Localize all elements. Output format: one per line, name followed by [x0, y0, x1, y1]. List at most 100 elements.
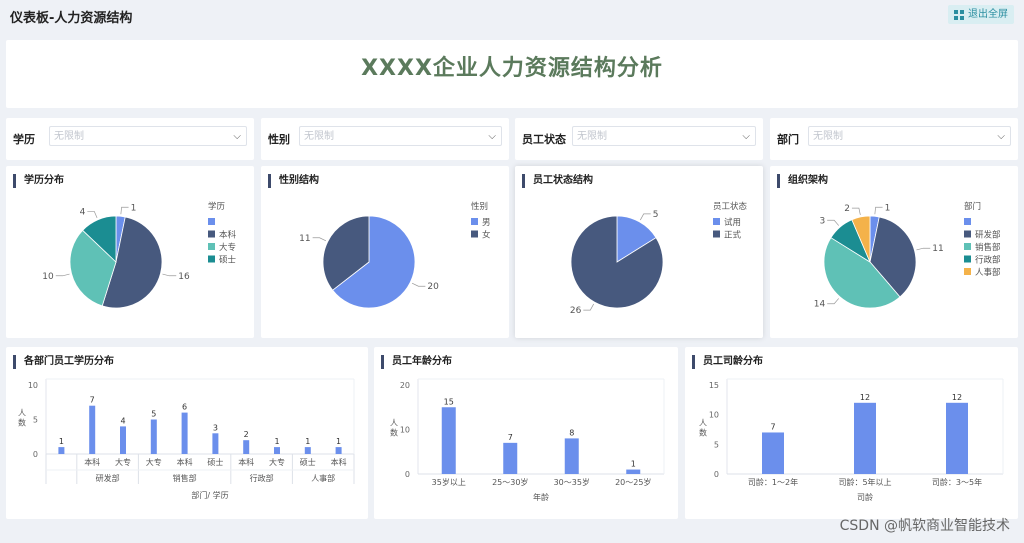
panel-gender-structure: 性别结构 20 11 性别男女 — [261, 166, 509, 338]
dashboard-title: 仪表板-人力资源结构 — [10, 11, 133, 26]
pie-leader-line — [583, 303, 595, 311]
panel-organization: 组织架构 1 11 14 3 2 部门 研发部 销售部 行政部 人事部 — [770, 166, 1018, 338]
x-axis-label: 年龄 — [533, 492, 549, 502]
bar-value-label: 7 — [770, 422, 775, 431]
x-tick-label: 25～30岁 — [492, 477, 528, 487]
bar — [274, 447, 280, 454]
pie-leader-line — [639, 213, 651, 221]
y-tick-label: 10 — [400, 426, 410, 435]
legend-label: 行政部 — [975, 255, 1001, 266]
grid-icon — [954, 9, 964, 20]
panel-age-distribution: 员工年龄分布 0 10 20 人数 15 35岁以上 7 25～30岁 8 30～35岁 1 20～2… — [374, 347, 678, 519]
legend-title: 性别 — [471, 201, 488, 212]
pie-leader-line — [916, 247, 931, 251]
department-select[interactable]: 无限制 ⌵ — [808, 126, 1011, 146]
filter-label: 员工状态 — [522, 133, 566, 146]
select-placeholder: 无限制 — [304, 131, 334, 142]
panel-tenure-distribution: 员工司龄分布 0 5 10 15 人数 7 司龄：1～2年 12 司龄：5年以上 12 司龄：3～5… — [685, 347, 1018, 519]
pie-data-label: 5 — [653, 210, 659, 220]
x-tick-label: 本科 — [177, 457, 193, 467]
tenure-bar-chart: 0 5 10 15 人数 7 司龄：1～2年 12 司龄：5年以上 12 司龄：3～5年司龄 — [699, 378, 1004, 502]
legend-swatch — [713, 218, 720, 225]
status-select[interactable]: 无限制 ⌵ — [572, 126, 756, 146]
pie-data-label: 16 — [178, 272, 190, 282]
y-tick-label: 10 — [709, 411, 719, 420]
bar — [120, 426, 126, 454]
bar — [181, 412, 188, 454]
bar-value-label: 8 — [569, 428, 574, 437]
x-tick-label: 20～25岁 — [615, 477, 651, 487]
pie-leader-line — [827, 298, 839, 305]
legend-label: 男 — [482, 218, 491, 228]
bar — [854, 402, 876, 474]
bar — [243, 440, 250, 454]
pie-leader-line — [851, 207, 861, 216]
watermark: CSDN @帆软商业智能技术 — [839, 518, 1010, 534]
pie-data-label: 26 — [570, 306, 582, 316]
legend-swatch — [964, 243, 971, 250]
legend-label: 人事部 — [975, 267, 1001, 278]
bar — [89, 405, 96, 454]
bar-value-label: 3 — [213, 423, 218, 432]
x-tick-label: 硕士 — [207, 457, 223, 467]
y-tick-label: 10 — [28, 381, 38, 390]
bar — [304, 447, 311, 454]
legend-swatch — [208, 243, 215, 250]
pie-data-label: 4 — [80, 207, 86, 217]
banner-panel: XXXX企业人力资源结构分析 — [6, 40, 1018, 108]
bar-value-label: 12 — [860, 393, 870, 402]
bar — [564, 438, 579, 474]
legend-swatch — [964, 255, 971, 263]
pie-data-label: 1 — [131, 203, 137, 213]
bar — [762, 432, 784, 474]
x-tick-label: 大专 — [146, 457, 162, 467]
x-tick-label: 35岁以上 — [432, 477, 466, 487]
pie-leader-line — [827, 219, 839, 226]
bar-value-label: 2 — [244, 430, 249, 439]
legend-label: 大专 — [219, 242, 236, 253]
exit-fullscreen-button[interactable]: 退出全屏 — [948, 5, 1014, 24]
select-placeholder: 无限制 — [54, 131, 84, 142]
education-select[interactable]: 无限制 ⌵ — [49, 126, 247, 146]
bar-value-label: 1 — [274, 437, 279, 446]
pie-data-label: 3 — [819, 216, 825, 226]
chevron-down-icon: ⌵ — [997, 131, 1005, 142]
chevron-down-icon: ⌵ — [488, 131, 496, 142]
bar-value-label: 7 — [508, 433, 513, 442]
dept-education-bar-chart: 0 5 10 人数 1 7 本科 4 大专 5 大专 6 本科 3 硕士 2 本科 1 大专 1 硕士 1 本科研发部 销售部… — [18, 378, 355, 500]
legend-swatch — [471, 230, 478, 238]
exit-fullscreen-label: 退出全屏 — [968, 9, 1008, 20]
group-label: 人事部 — [311, 473, 335, 483]
x-tick-label: 30～35岁 — [554, 477, 590, 487]
x-tick-label: 大专 — [269, 457, 285, 467]
pie-leader-line — [162, 273, 177, 277]
legend-swatch — [713, 230, 720, 238]
legend-swatch — [208, 218, 215, 225]
bar-value-label: 7 — [90, 396, 95, 405]
gender-select[interactable]: 无限制 ⌵ — [299, 126, 502, 146]
bar-value-label: 1 — [336, 437, 341, 446]
pie-leader-line — [874, 206, 883, 215]
pie-data-label: 14 — [814, 300, 826, 310]
bar — [626, 469, 641, 474]
bar — [946, 402, 968, 474]
legend-swatch — [964, 230, 971, 238]
bar-value-label: 15 — [444, 397, 454, 406]
bar — [503, 442, 518, 474]
legend-title: 部门 — [964, 201, 981, 212]
y-tick-label: 0 — [33, 450, 38, 459]
bar-value-label: 6 — [182, 403, 187, 412]
x-tick-label: 司龄：1～2年 — [748, 477, 798, 487]
legend-swatch — [471, 218, 478, 225]
y-tick-label: 5 — [33, 416, 38, 425]
legend-title: 员工状态 — [713, 201, 748, 212]
bar-value-label: 4 — [120, 416, 125, 425]
report-title: XXXX企业人力资源结构分析 — [361, 56, 663, 81]
pie-leader-line — [312, 237, 327, 242]
legend-label: 硕士 — [219, 255, 237, 266]
x-tick-label: 硕士 — [300, 457, 316, 467]
filter-label: 学历 — [13, 133, 35, 146]
panel-education-distribution: 学历分布 1 16 10 4 学历 本科 大专 硕士 — [6, 166, 254, 338]
y-tick-label: 5 — [714, 440, 719, 449]
pie-leader-line — [411, 282, 426, 287]
